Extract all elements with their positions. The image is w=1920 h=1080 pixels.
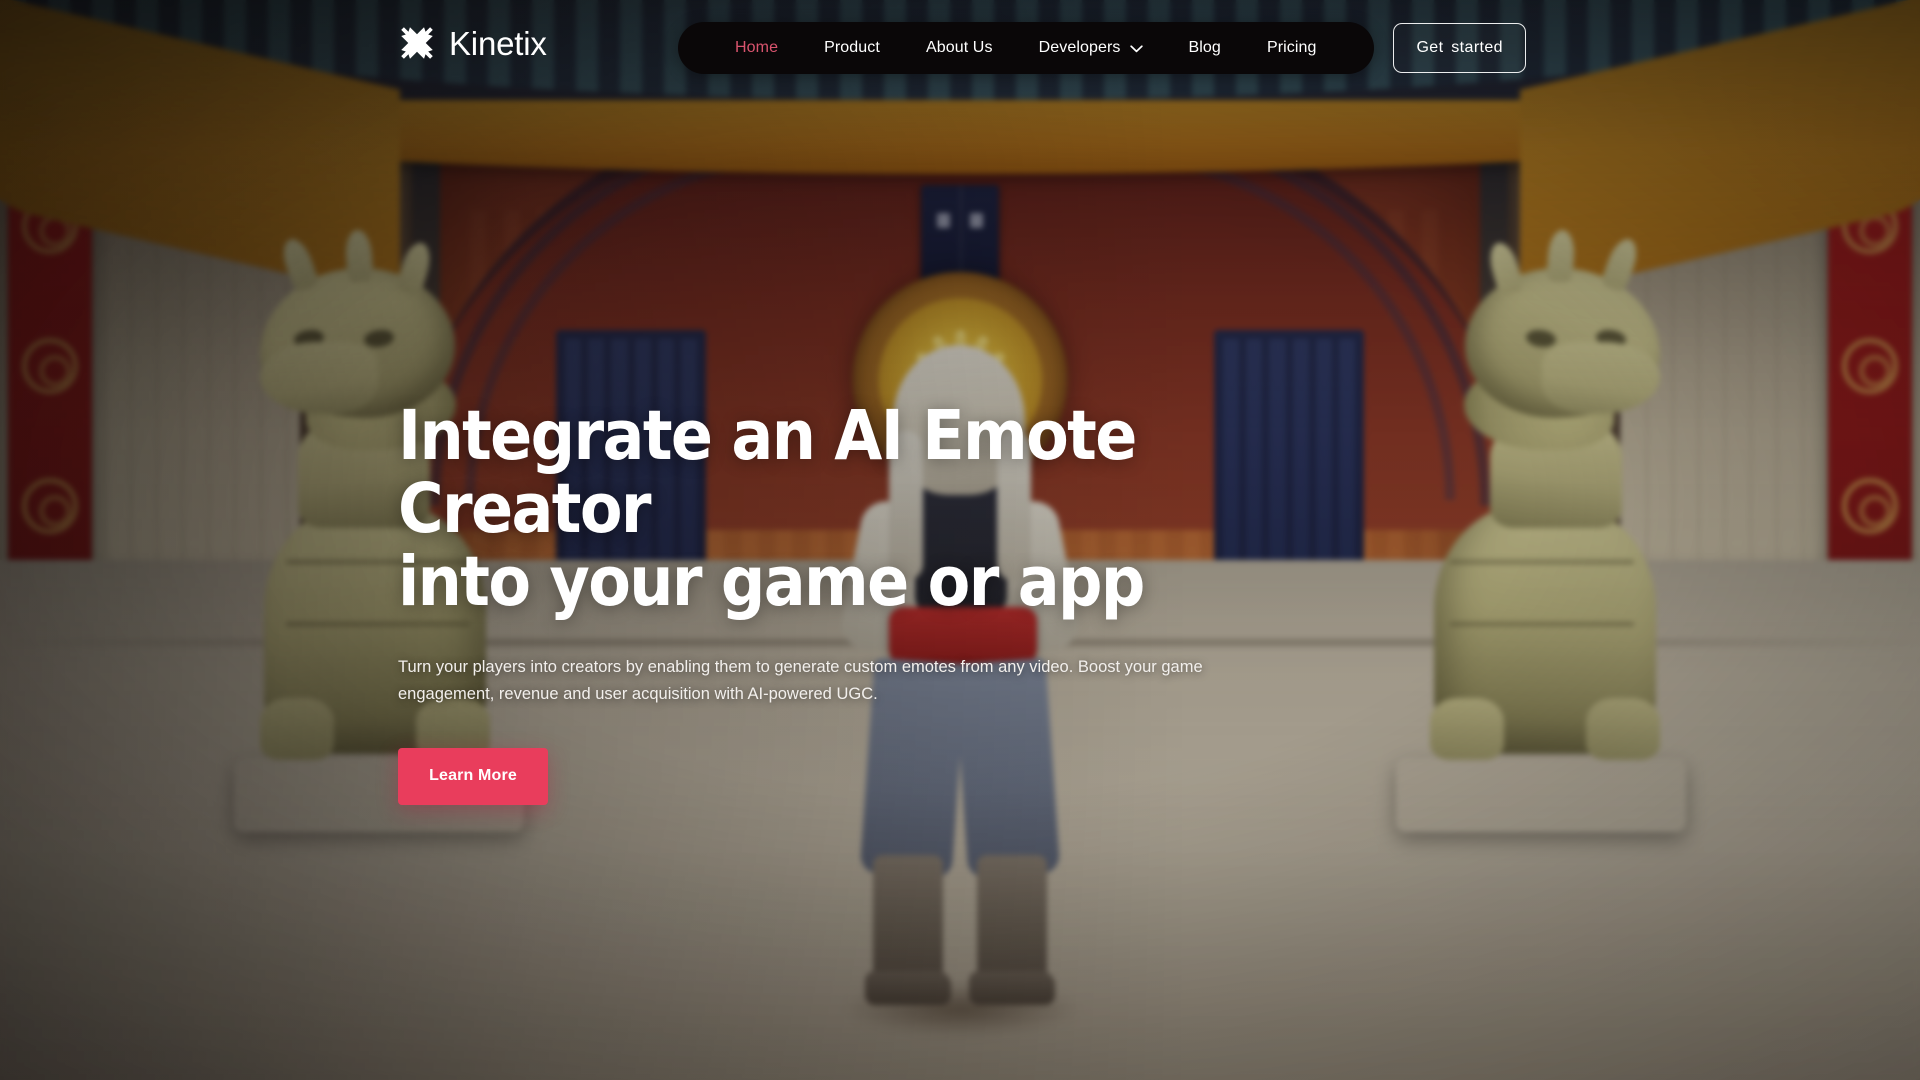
nav-item-blog[interactable]: Blog — [1166, 22, 1244, 74]
brand-name: Kinetix — [449, 24, 547, 62]
nav-item-label: Product — [824, 39, 880, 56]
nav-item-developers[interactable]: Developers — [1016, 22, 1166, 74]
x-mark-logo-icon — [401, 27, 433, 59]
nav-item-label: Home — [735, 39, 779, 56]
nav-item-home[interactable]: Home — [712, 22, 801, 74]
site-header: Kinetix Home Product About Us Developers… — [0, 0, 1920, 96]
hero-heading-line-1: Integrate an AI Emote Creator — [398, 396, 1137, 549]
brand-logo-link[interactable]: Kinetix — [398, 24, 547, 62]
hero-section: Integrate an AI Emote Creator into your … — [398, 400, 1298, 805]
nav-item-label: About Us — [925, 39, 993, 56]
page-title: Integrate an AI Emote Creator into your … — [398, 400, 1298, 618]
nav-item-label: Blog — [1188, 39, 1221, 56]
nav-item-product[interactable]: Product — [801, 22, 903, 74]
get-started-button[interactable]: Get started — [1393, 23, 1526, 73]
hero-heading-line-2: into your game or app — [398, 541, 1145, 622]
nav-item-about-us[interactable]: About Us — [903, 22, 1016, 74]
nav-item-label: Developers — [1038, 39, 1121, 56]
hero-subtitle: Turn your players into creators by enabl… — [398, 658, 1203, 704]
learn-more-button[interactable]: Learn More — [398, 747, 548, 805]
nav-item-label: Pricing — [1266, 39, 1317, 56]
nav-item-pricing[interactable]: Pricing — [1244, 22, 1340, 74]
chevron-down-icon — [1129, 45, 1143, 53]
primary-navigation: Home Product About Us Developers Blog Pr… — [678, 22, 1374, 74]
